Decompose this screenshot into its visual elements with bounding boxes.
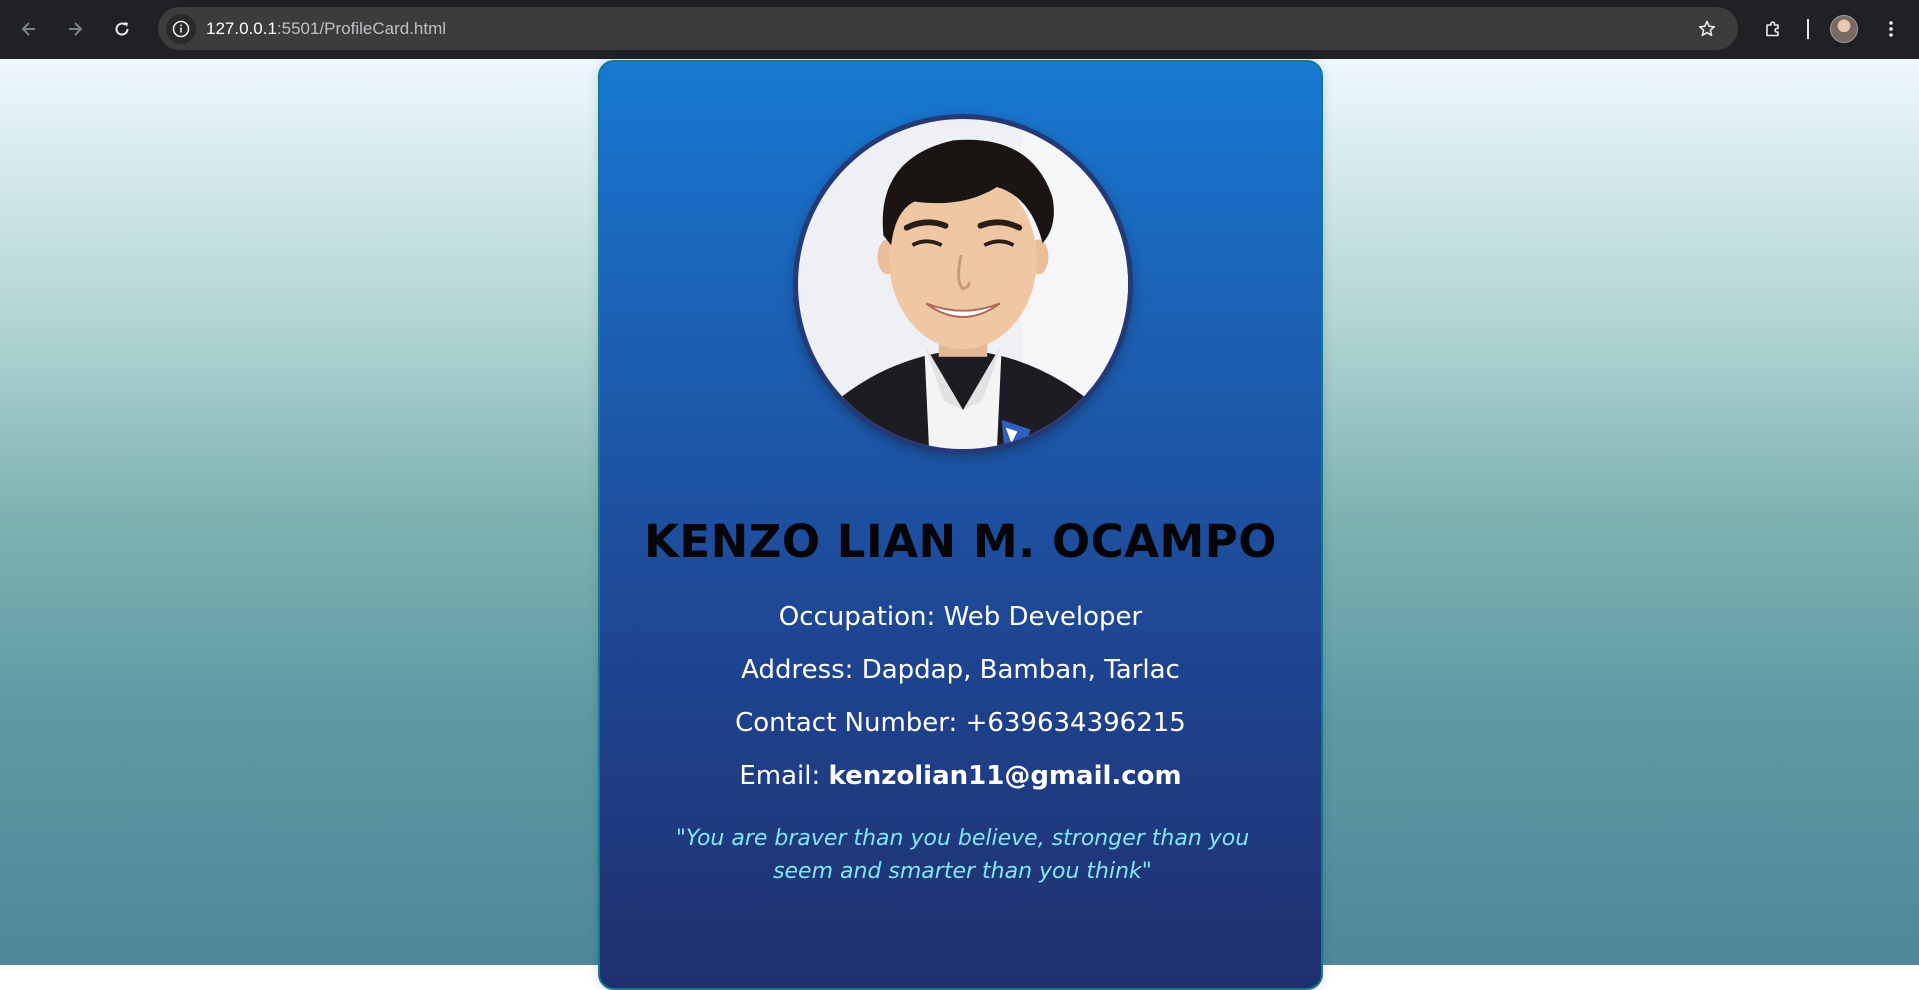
back-button[interactable]: [14, 14, 44, 44]
contact-value: +639634396215: [965, 708, 1186, 738]
forward-arrow-icon: [69, 22, 83, 36]
profile-name: KENZO LIAN M. OCAMPO: [643, 515, 1278, 568]
page-viewport: KENZO LIAN M. OCAMPO Occupation: Web Dev…: [0, 59, 1919, 990]
back-arrow-icon: [21, 22, 35, 36]
url-text: 127.0.0.1:5501/ProfileCard.html: [206, 19, 446, 39]
occupation-value: Web Developer: [943, 602, 1143, 632]
extensions-icon: [1766, 21, 1779, 37]
occupation-label: Occupation:: [778, 602, 944, 632]
occupation-line: Occupation: Web Developer: [600, 602, 1321, 632]
toolbar-divider: [1807, 19, 1809, 39]
profile-card: KENZO LIAN M. OCAMPO Occupation: Web Dev…: [598, 60, 1323, 990]
reload-icon: [115, 22, 129, 36]
address-line: Address: Dapdap, Bamban, Tarlac: [600, 655, 1321, 685]
browser-toolbar: 127.0.0.1:5501/ProfileCard.html: [0, 0, 1919, 59]
url-path: :5501/ProfileCard.html: [276, 19, 447, 38]
site-info-icon: [172, 20, 190, 38]
menu-button[interactable]: [1876, 14, 1906, 44]
url-host: 127.0.0.1: [206, 19, 277, 38]
address-value: Dapdap, Bamban, Tarlac: [861, 655, 1180, 685]
forward-button[interactable]: [60, 14, 90, 44]
extensions-button[interactable]: [1758, 14, 1788, 44]
reload-button[interactable]: [107, 14, 137, 44]
bookmark-button[interactable]: [1692, 14, 1722, 44]
profile-photo-illustration: [798, 119, 1128, 449]
address-label: Address:: [741, 655, 862, 685]
profile-quote: "You are braver than you believe, strong…: [675, 826, 1250, 884]
contact-line: Contact Number: +639634396215: [600, 708, 1321, 738]
profile-avatar[interactable]: [1830, 15, 1858, 43]
kebab-menu-icon: [1889, 21, 1893, 37]
address-bar[interactable]: 127.0.0.1:5501/ProfileCard.html: [158, 7, 1738, 50]
site-info-button[interactable]: [166, 14, 196, 44]
star-icon: [1698, 20, 1716, 37]
profile-photo: [793, 114, 1133, 454]
email-line: Email: kenzolian11@gmail.com: [600, 761, 1321, 791]
email-label: Email:: [739, 761, 829, 791]
email-value[interactable]: kenzolian11@gmail.com: [829, 761, 1182, 791]
contact-label: Contact Number:: [735, 708, 966, 738]
